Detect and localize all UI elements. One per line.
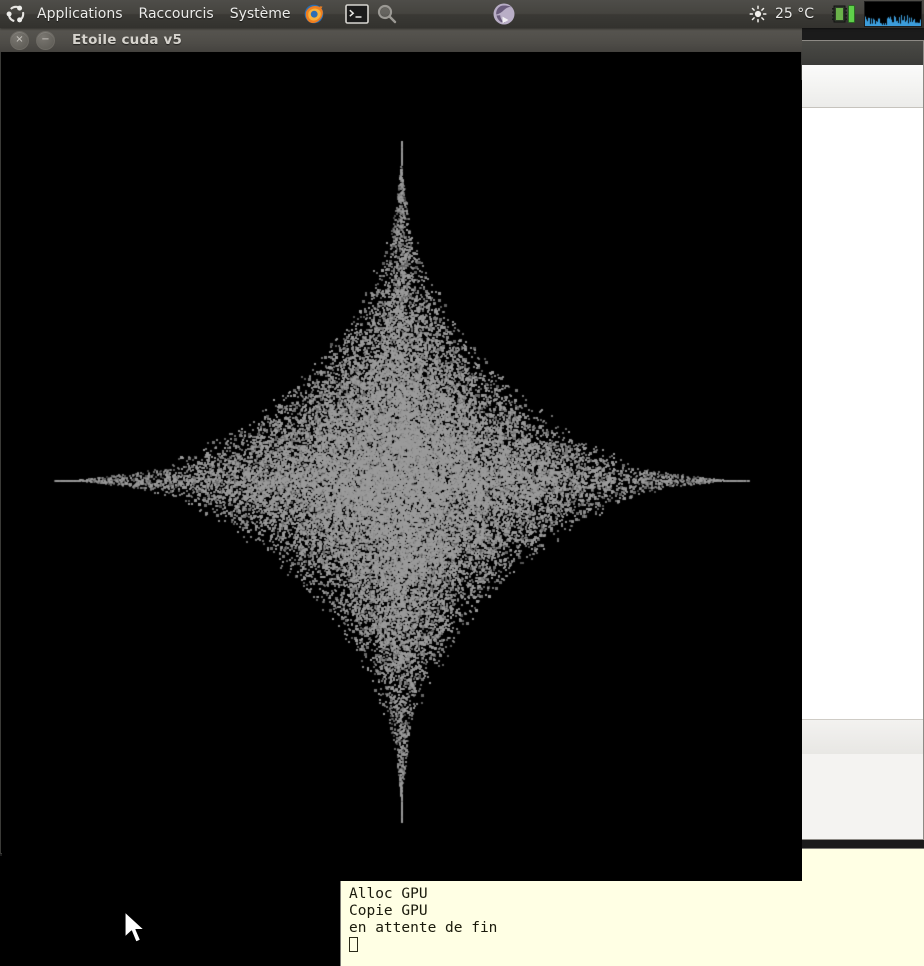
terminal-prompt-line <box>349 937 924 954</box>
top-panel[interactable]: Applications Raccourcis Système 25 °C <box>0 0 924 28</box>
panel-menu-raccourcis[interactable]: Raccourcis <box>131 0 222 28</box>
particle-star-canvas <box>2 80 802 881</box>
ubuntu-logo-icon[interactable] <box>5 3 27 25</box>
panel-left-section[interactable]: Applications Raccourcis Système <box>0 0 519 28</box>
sdl-render-area[interactable] <box>2 80 802 881</box>
minimize-button[interactable]: − <box>36 30 55 50</box>
temperature-label: 25 °C <box>774 6 814 22</box>
sun-icon[interactable] <box>746 2 770 26</box>
sdl-titlebar[interactable]: × − Etoile cuda v5 <box>0 28 802 52</box>
cpu-chip-icon[interactable] <box>831 2 857 26</box>
terminal-line: Copie GPU <box>349 903 428 919</box>
terminal-line: Alloc GPU <box>349 886 428 902</box>
terminal-icon <box>344 4 369 24</box>
panel-menu-systeme[interactable]: Système <box>222 0 299 28</box>
launcher-media-player[interactable] <box>492 2 516 26</box>
media-player-icon <box>493 3 515 25</box>
terminal-line: en attente de fin <box>349 920 498 936</box>
close-button[interactable]: × <box>10 30 29 50</box>
panel-menu-applications[interactable]: Applications <box>29 0 131 28</box>
launcher-search[interactable] <box>375 2 399 26</box>
magnifier-icon <box>377 4 396 24</box>
window-title: Etoile cuda v5 <box>72 32 183 48</box>
firefox-icon <box>304 4 323 24</box>
desktop: guer Documents <box>0 0 924 966</box>
sdl-window[interactable] <box>0 28 802 881</box>
system-monitor-graph[interactable] <box>864 1 922 27</box>
block-cursor <box>349 937 358 952</box>
launcher-firefox[interactable] <box>302 2 326 26</box>
panel-right-section[interactable]: 25 °C <box>743 0 924 28</box>
launcher-terminal[interactable] <box>344 2 369 26</box>
